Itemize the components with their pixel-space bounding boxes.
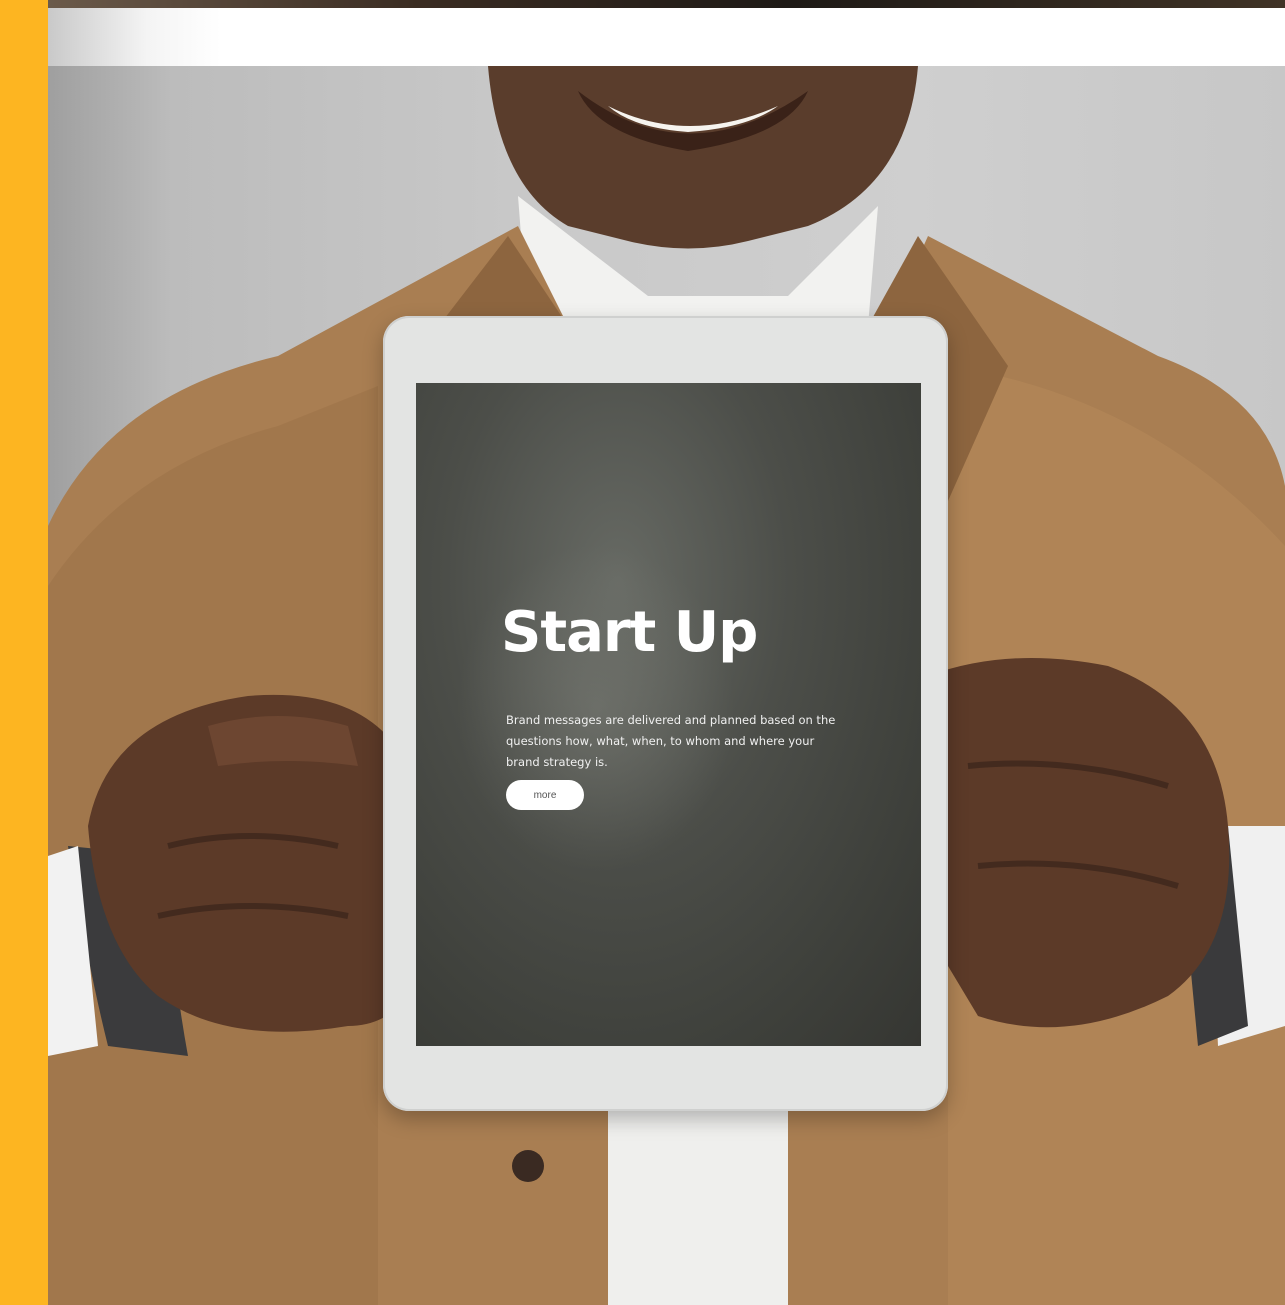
screen-glow	[456, 543, 736, 873]
tablet-device: Start Up Brand messages are delivered an…	[383, 316, 948, 1111]
previous-photo-strip	[48, 0, 1285, 8]
hero-photo: Start Up Brand messages are delivered an…	[48, 66, 1285, 1305]
accent-sidebar	[0, 0, 48, 1305]
more-button[interactable]: more	[506, 780, 584, 810]
tablet-screen: Start Up Brand messages are delivered an…	[416, 383, 921, 1046]
white-divider-band	[48, 8, 1285, 66]
screen-body-text: Brand messages are delivered and planned…	[506, 713, 836, 769]
screen-title: Start Up	[501, 600, 758, 665]
